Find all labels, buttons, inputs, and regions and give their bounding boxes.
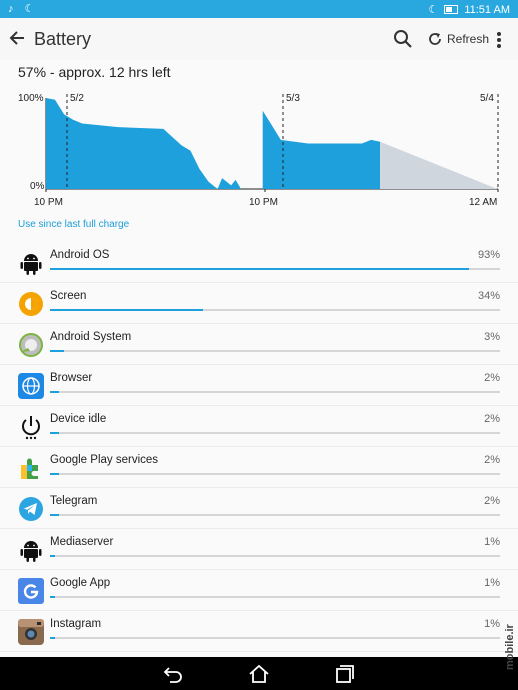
- app-row[interactable]: Android System 3%: [0, 324, 518, 365]
- usage-bar: [50, 473, 500, 475]
- usage-bar: [50, 391, 500, 393]
- android-robot-icon: [18, 537, 44, 563]
- time-label: 12 AM: [469, 197, 497, 208]
- globe-icon: [18, 373, 44, 399]
- puzzle-icon: [18, 455, 44, 481]
- usage-bar-fill: [50, 309, 203, 311]
- usage-bar-fill: [50, 596, 55, 598]
- date-label: 5/3: [286, 93, 300, 104]
- app-percent: 1%: [484, 577, 500, 589]
- y-label-top: 100%: [18, 93, 44, 104]
- watermark-text: mobile.ir: [504, 623, 516, 670]
- usage-bar-fill: [50, 473, 59, 475]
- app-row[interactable]: Instagram 1%: [0, 611, 518, 652]
- usage-bar: [50, 309, 500, 311]
- app-name: Google App: [50, 577, 111, 589]
- android-system-icon: [18, 332, 44, 358]
- battery-history-chart: 100% 0% 5/2 5/3 5/4 10 PM 10 PM 12 AM: [18, 93, 499, 208]
- watermark: mobile.ir: [504, 623, 516, 670]
- home-icon[interactable]: [248, 663, 270, 685]
- battery-summary: 57% - approx. 12 hrs left: [18, 64, 171, 80]
- usage-bar: [50, 514, 500, 516]
- refresh-button[interactable]: Refresh: [427, 29, 489, 49]
- usage-bar: [50, 637, 500, 639]
- more-options-icon[interactable]: [494, 29, 504, 49]
- usage-bar-fill: [50, 432, 59, 434]
- usage-bar: [50, 350, 500, 352]
- status-left: ♪ ☾: [8, 2, 34, 15]
- time-label: 10 PM: [34, 197, 63, 208]
- app-name: Google Play services: [50, 454, 159, 466]
- app-row[interactable]: Google Play services 2%: [0, 447, 518, 488]
- app-name: Android System: [50, 331, 132, 343]
- back-arrow-icon[interactable]: [8, 26, 28, 50]
- refresh-label: Refresh: [447, 32, 490, 46]
- app-name: Browser: [50, 372, 93, 384]
- music-note-icon: ♪: [8, 3, 14, 15]
- toolbar: Battery Refresh: [0, 18, 518, 60]
- android-robot-icon: [18, 250, 44, 276]
- app-row[interactable]: Android OS 93%: [0, 242, 518, 283]
- search-icon[interactable]: [393, 29, 413, 49]
- usage-bar-fill: [50, 350, 64, 352]
- app-row[interactable]: Browser 2%: [0, 365, 518, 406]
- app-row[interactable]: Google App 1%: [0, 570, 518, 611]
- row-divider: [0, 651, 518, 652]
- status-bar: ♪ ☾ ☾ 11:51 AM: [0, 0, 518, 18]
- google-g-icon: [18, 578, 44, 604]
- app-percent: 2%: [484, 372, 500, 384]
- back-icon[interactable]: [162, 663, 184, 685]
- date-label: 5/4: [480, 93, 494, 104]
- app-percent: 1%: [484, 618, 500, 630]
- instagram-icon: [18, 619, 44, 645]
- telegram-icon: [18, 496, 44, 522]
- usage-bar-fill: [50, 268, 469, 270]
- use-since-label: Use since last full charge: [18, 219, 130, 230]
- app-name: Mediaserver: [50, 536, 114, 548]
- app-percent: 2%: [484, 454, 500, 466]
- usage-bar-fill: [50, 555, 55, 557]
- recents-icon[interactable]: [334, 663, 356, 685]
- power-icon: [18, 414, 44, 440]
- app-percent: 3%: [484, 331, 500, 343]
- moon-icon: ☾: [24, 3, 35, 15]
- app-name: Telegram: [50, 495, 98, 507]
- app-percent: 34%: [477, 290, 500, 302]
- battery-projection-area: [380, 141, 498, 189]
- app-row[interactable]: Mediaserver 1%: [0, 529, 518, 570]
- app-row[interactable]: Telegram 2%: [0, 488, 518, 529]
- app-row[interactable]: Screen 34%: [0, 283, 518, 324]
- y-label-bottom: 0%: [30, 181, 45, 192]
- status-right: ☾ 11:51 AM: [428, 3, 510, 17]
- navigation-bar: [0, 657, 518, 690]
- battery-level-area: [262, 110, 381, 189]
- date-label: 5/2: [70, 93, 84, 104]
- app-name: Android OS: [50, 249, 110, 261]
- app-name: Screen: [50, 290, 87, 302]
- app-name: Instagram: [50, 618, 102, 630]
- brightness-icon: [18, 291, 44, 317]
- usage-bar: [50, 555, 500, 557]
- battery-icon: [444, 5, 459, 14]
- battery-level-area: [46, 98, 241, 189]
- app-percent: 93%: [477, 249, 500, 261]
- usage-bar: [50, 432, 500, 434]
- app-percent: 2%: [484, 413, 500, 425]
- usage-bar: [50, 268, 500, 270]
- status-time: 11:51 AM: [464, 3, 510, 16]
- time-label: 10 PM: [249, 197, 278, 208]
- usage-bar: [50, 596, 500, 598]
- app-row[interactable]: Device idle 2%: [0, 406, 518, 447]
- app-percent: 2%: [484, 495, 500, 507]
- usage-bar-fill: [50, 391, 59, 393]
- app-name: Device idle: [50, 413, 107, 425]
- moon-icon: ☾: [428, 4, 439, 16]
- usage-bar-fill: [50, 637, 55, 639]
- app-percent: 1%: [484, 536, 500, 548]
- usage-bar-fill: [50, 514, 59, 516]
- page-title: Battery: [34, 29, 92, 49]
- refresh-icon: [429, 33, 441, 45]
